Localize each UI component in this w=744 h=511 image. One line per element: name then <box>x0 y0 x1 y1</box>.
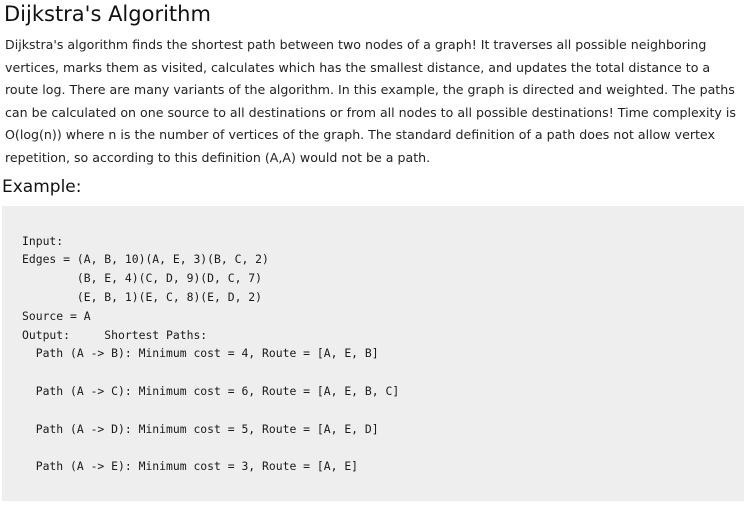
code-path-a-d: Path (A -> D): Minimum cost = 5, Route =… <box>22 422 379 436</box>
code-source-line: Source = A <box>22 309 91 323</box>
example-code-block: Input: Edges = (A, B, 10)(A, E, 3)(B, C,… <box>2 206 744 501</box>
code-edges-line-3: (E, B, 1)(E, C, 8)(E, D, 2) <box>22 290 263 304</box>
algorithm-description: Dijkstra's algorithm finds the shortest … <box>5 37 736 165</box>
code-path-a-e: Path (A -> E): Minimum cost = 3, Route =… <box>22 459 359 473</box>
code-edges-line-1: Edges = (A, B, 10)(A, E, 3)(B, C, 2) <box>22 252 269 266</box>
code-edges-line-2: (B, E, 4)(C, D, 9)(D, C, 7) <box>22 271 263 285</box>
code-path-a-c: Path (A -> C): Minimum cost = 6, Route =… <box>22 384 400 398</box>
example-heading: Example: <box>2 177 82 197</box>
page-title: Dijkstra's Algorithm <box>4 2 211 26</box>
code-input-label: Input: <box>22 234 64 248</box>
code-path-a-b: Path (A -> B): Minimum cost = 4, Route =… <box>22 346 379 360</box>
code-output-line: Output: Shortest Paths: <box>22 328 208 342</box>
